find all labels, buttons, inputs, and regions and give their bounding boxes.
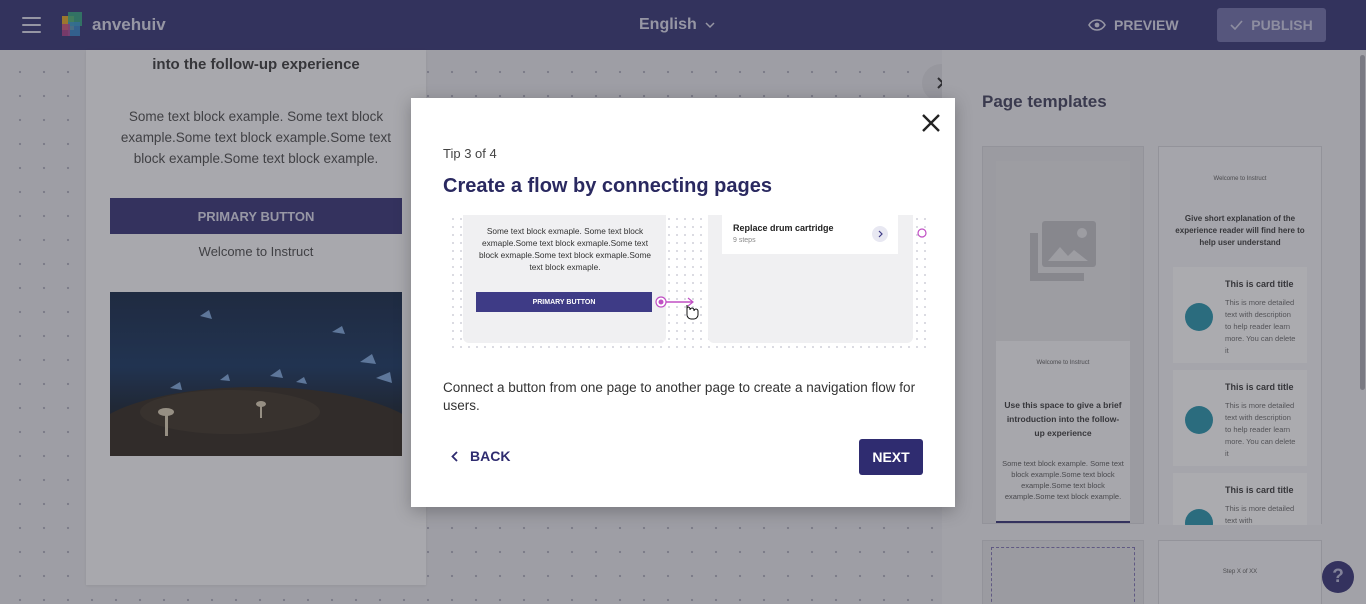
connector-arrow-icon: [655, 296, 699, 320]
illustration-page-2: Replace drum cartridge 9 steps: [708, 215, 913, 343]
next-button[interactable]: NEXT: [859, 439, 923, 475]
illustration-list-item: Replace drum cartridge 9 steps: [722, 215, 898, 254]
illustration-item-title: Replace drum cartridge: [733, 223, 834, 233]
modal-title: Create a flow by connecting pages: [443, 175, 772, 197]
illustration-page-1: Some text block exmaple. Some text block…: [463, 215, 666, 343]
chevron-right-icon: [872, 226, 888, 242]
illustration-primary-button: PRIMARY BUTTON: [476, 292, 652, 312]
illustration-item-sub: 9 steps: [733, 237, 756, 244]
chevron-left-icon: [451, 450, 458, 462]
tip-modal: Tip 3 of 4 Create a flow by connecting p…: [411, 98, 955, 507]
connector-dot-icon: [917, 228, 927, 238]
modal-description: Connect a button from one page to anothe…: [443, 380, 916, 413]
flow-illustration: Some text block exmaple. Some text block…: [449, 215, 927, 351]
close-icon[interactable]: [919, 111, 943, 135]
back-label: BACK: [470, 448, 511, 464]
tip-counter: Tip 3 of 4: [443, 146, 497, 161]
back-button[interactable]: BACK: [451, 448, 510, 464]
illustration-text: Some text block exmaple. Some text block…: [478, 226, 651, 272]
